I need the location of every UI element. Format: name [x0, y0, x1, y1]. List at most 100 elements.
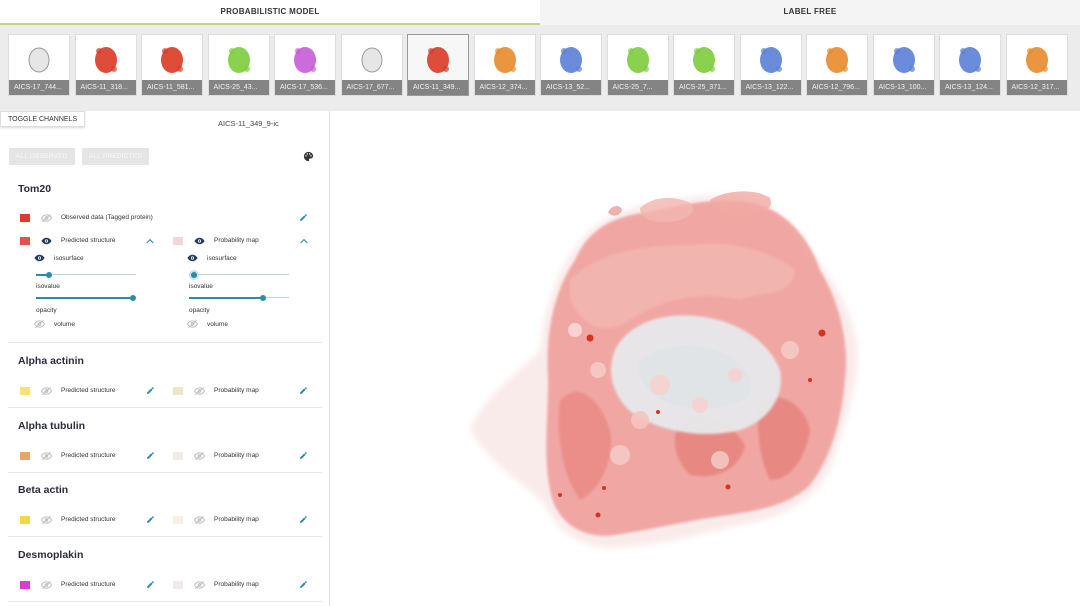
channel-row-beta-actin: Predicted structure Probability map [20, 514, 320, 526]
cell-thumbnail[interactable]: AICS-17_744... [8, 34, 70, 96]
observed-color-swatch[interactable] [20, 214, 30, 222]
predicted-color-swatch[interactable] [20, 387, 30, 395]
eye-off-icon[interactable] [194, 580, 205, 590]
cell-thumbnail-strip: AICS-17_744... AICS-11_318... AICS-11_581.… [0, 25, 1080, 111]
model-tabs: PROBABILISTIC MODEL LABEL FREE [0, 0, 1080, 25]
tab-label-free[interactable]: LABEL FREE [540, 0, 1080, 25]
eye-off-icon[interactable] [41, 386, 52, 396]
eye-off-icon[interactable] [41, 451, 52, 461]
cell-thumbnail[interactable]: AICS-11_349... [407, 34, 469, 96]
predicted-color-swatch[interactable] [20, 237, 30, 245]
chevron-up-icon[interactable] [146, 238, 154, 244]
probability-color-swatch[interactable] [173, 516, 183, 524]
slider-handle[interactable] [191, 271, 197, 278]
cell-thumbnail[interactable]: AICS-13_52... [540, 34, 602, 96]
eye-off-icon[interactable] [194, 451, 205, 461]
tab-probabilistic-model[interactable]: PROBABILISTIC MODEL [0, 0, 540, 25]
edit-pencil-icon[interactable] [146, 451, 155, 460]
probability-map-label: Probability map [214, 580, 259, 588]
edit-pencil-icon[interactable] [299, 515, 308, 524]
cell-thumbnail[interactable]: AICS-12_796... [806, 34, 868, 96]
probability-color-swatch[interactable] [173, 580, 183, 589]
cell-thumbnail-image [94, 47, 117, 73]
edit-pencil-icon[interactable] [299, 451, 308, 460]
section-divider [8, 471, 322, 473]
slider-handle[interactable] [130, 294, 136, 301]
chevron-up-icon[interactable] [300, 238, 308, 244]
edit-pencil-icon[interactable] [299, 386, 308, 395]
cell-thumbnail[interactable]: AICS-11_318... [74, 34, 137, 96]
all-predicted-button[interactable]: ALL PREDICTED [82, 148, 150, 165]
cell-thumbnail[interactable]: AICS-12_374... [473, 34, 536, 96]
observed-data-row: Observed data (Tagged protein) [20, 212, 320, 224]
eye-icon[interactable] [194, 236, 205, 246]
cell-id-label: AICS-11_349_9-ic [218, 119, 279, 128]
cell-thumbnail-label: AICS-25_43... [208, 80, 269, 95]
predicted-color-swatch[interactable] [20, 516, 30, 524]
probability-color-swatch[interactable] [173, 387, 183, 395]
edit-pencil-icon[interactable] [146, 515, 155, 524]
3d-cell-viewer[interactable] [331, 111, 1080, 606]
eye-off-icon[interactable] [194, 386, 205, 396]
predicted-structure-label: Predicted structure [61, 516, 116, 523]
edit-pencil-icon[interactable] [299, 580, 308, 589]
eye-icon[interactable] [34, 253, 45, 263]
cell-thumbnail-image [626, 47, 649, 73]
palette-icon[interactable] [303, 151, 314, 165]
cell-thumbnail[interactable]: AICS-25_371... [673, 34, 735, 96]
probability-color-swatch[interactable] [173, 451, 183, 460]
eye-off-icon[interactable] [34, 319, 45, 329]
cell-thumbnail[interactable]: AICS-25_7... [606, 34, 669, 96]
cell-thumbnail-image [493, 47, 516, 73]
section-divider [8, 600, 322, 602]
edit-pencil-icon[interactable] [146, 580, 155, 589]
cell-3d-rendering [470, 191, 859, 549]
slider-handle[interactable] [260, 294, 266, 301]
cell-thumbnail-label: AICS-13_100... [873, 80, 934, 95]
cell-thumbnail-image [161, 47, 183, 73]
cell-thumbnail[interactable]: AICS-13_122... [739, 34, 802, 96]
cell-thumbnail-label: AICS-12_374... [474, 80, 535, 95]
predicted-structure-label: Predicted structure [61, 451, 116, 459]
all-observed-button[interactable]: ALL OBSERVED [9, 148, 75, 165]
toggle-channels-button[interactable]: TOGGLE CHANNELS [0, 111, 86, 127]
slider-fill [189, 296, 263, 299]
isosurface-label: isosurface [54, 255, 84, 262]
cell-thumbnail-label: AICS-17_677... [341, 80, 402, 95]
channel-row-alpha-actinin: Predicted structure Probability map [20, 385, 320, 397]
cell-thumbnail[interactable]: AICS-17_677... [340, 34, 403, 96]
probability-color-swatch[interactable] [173, 237, 183, 245]
predicted-color-swatch[interactable] [20, 451, 30, 460]
edit-pencil-icon[interactable] [299, 213, 308, 222]
cell-thumbnail[interactable]: AICS-17_536... [274, 34, 336, 96]
eye-off-icon[interactable] [187, 319, 198, 329]
eye-off-icon[interactable] [41, 580, 52, 590]
channel-row-desmoplakin: Predicted structure Probability map [20, 579, 320, 591]
isovalue-slider[interactable] [189, 271, 289, 278]
predicted-color-swatch[interactable] [20, 580, 30, 589]
section-divider [8, 407, 322, 408]
cell-thumbnail[interactable]: AICS-12_317... [1005, 34, 1068, 96]
eye-off-icon[interactable] [41, 213, 52, 223]
isovalue-slider[interactable] [36, 271, 136, 278]
cell-thumbnail[interactable]: AICS-13_124... [939, 34, 1001, 96]
cell-thumbnail-image [826, 47, 848, 73]
eye-off-icon[interactable] [41, 515, 52, 525]
cell-thumbnail[interactable]: AICS-13_100... [872, 34, 935, 96]
eye-icon[interactable] [187, 253, 198, 263]
cell-thumbnail-label: AICS-13_124... [940, 80, 1000, 95]
edit-pencil-icon[interactable] [146, 386, 155, 395]
eye-icon[interactable] [41, 236, 52, 246]
volume-label: volume [54, 321, 75, 328]
cell-thumbnail[interactable]: AICS-11_581... [141, 34, 203, 96]
eye-off-icon[interactable] [194, 515, 205, 525]
slider-handle[interactable] [46, 271, 52, 278]
slider-fill [36, 296, 133, 299]
opacity-slider[interactable] [189, 294, 289, 301]
channel-title-desmoplakin: Desmoplakin [18, 548, 84, 561]
channel-title-alpha-actinin: Alpha actinin [18, 355, 84, 367]
cell-thumbnail[interactable]: AICS-25_43... [207, 34, 270, 96]
opacity-label: opacity [36, 307, 57, 314]
cell-thumbnail-label: AICS-11_349... [408, 80, 468, 95]
opacity-slider[interactable] [36, 294, 136, 301]
